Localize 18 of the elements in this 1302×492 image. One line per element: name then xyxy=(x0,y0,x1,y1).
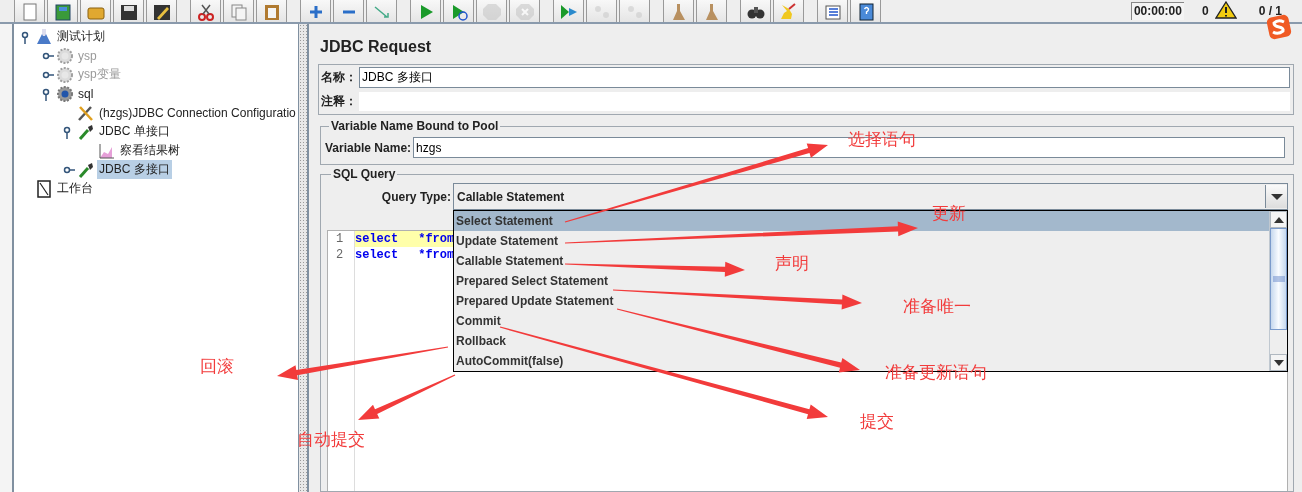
error-count: 0 xyxy=(1201,4,1209,18)
field-label: 注释： xyxy=(321,93,358,110)
group-title: SQL Query xyxy=(332,167,397,181)
thread-count: 0 / 1 xyxy=(1258,4,1282,18)
panel-title: JDBC Request xyxy=(319,38,433,57)
annotation-label: 提交 xyxy=(860,411,894,433)
field-label: Query Type: xyxy=(381,189,452,204)
line-number: 1 xyxy=(335,231,345,247)
code-keyword: select xyxy=(355,248,399,262)
group-title: Variable Name Bound to Pool xyxy=(330,119,500,133)
code-keyword: select xyxy=(355,232,399,246)
elapsed-time: 00:00:00 xyxy=(1130,2,1184,20)
annotation-label: 声明 xyxy=(775,253,809,275)
line-number: 2 xyxy=(335,247,345,263)
annotation-label: 准备唯一 xyxy=(903,296,971,318)
field-label: 名称： xyxy=(321,69,358,86)
annotation-label: 回滚 xyxy=(200,356,234,378)
field-label: Variable Name: xyxy=(325,140,413,155)
